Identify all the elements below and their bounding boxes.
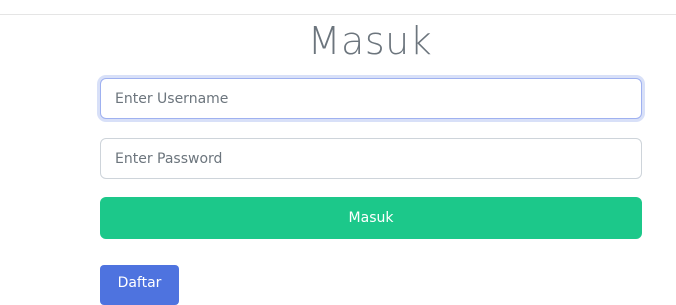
page-title: Masuk bbox=[307, 19, 433, 63]
username-input[interactable] bbox=[100, 78, 642, 119]
login-form: Masuk bbox=[100, 78, 642, 239]
register-button[interactable]: Daftar bbox=[100, 265, 179, 305]
login-button[interactable]: Masuk bbox=[100, 197, 642, 239]
top-divider bbox=[0, 14, 676, 15]
password-input[interactable] bbox=[100, 138, 642, 179]
